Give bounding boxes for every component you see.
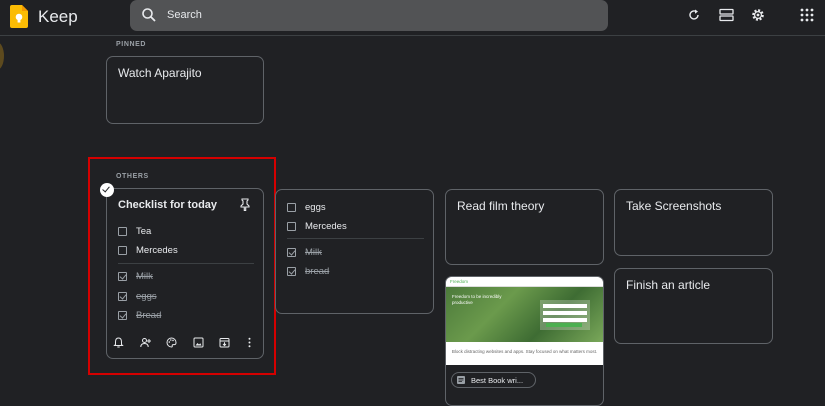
note-read-film-theory[interactable]: Read film theory [445, 189, 604, 265]
settings-icon[interactable] [751, 8, 765, 22]
note-title: Finish an article [626, 278, 711, 292]
thumbnail-caption: Block distracting websites and apps. Sta… [451, 349, 598, 354]
note-finish-an-article[interactable]: Finish an article [614, 268, 773, 344]
apps-grid-icon[interactable] [800, 8, 814, 22]
sidebar-edge [0, 42, 4, 70]
divider [287, 238, 424, 239]
checklist-item-checked[interactable]: bread [287, 264, 329, 278]
checklist-item[interactable]: Mercedes [287, 219, 347, 233]
note-checklist[interactable]: eggs Mercedes Milk bread [275, 189, 434, 314]
chip-label: Best Book wri... [471, 375, 524, 385]
document-icon [457, 376, 465, 384]
note-take-screenshots[interactable]: Take Screenshots [614, 189, 773, 256]
thumbnail-header: Freedom [446, 277, 603, 287]
note-title: Watch Aparajito [118, 66, 202, 80]
checkbox-checked[interactable] [287, 266, 296, 276]
note-title: Take Screenshots [626, 199, 722, 213]
note-title: Read film theory [457, 199, 545, 213]
refresh-icon[interactable] [687, 8, 701, 22]
link-thumbnail[interactable]: Freedom Freedom to be incredibly product… [446, 277, 603, 365]
checklist-item-checked[interactable]: Milk [287, 245, 322, 259]
note-watch-aparajito[interactable]: Watch Aparajito [106, 56, 264, 124]
selection-highlight [88, 157, 276, 375]
app-title[interactable]: Keep [38, 7, 78, 27]
keep-logo-icon[interactable] [10, 5, 28, 28]
pinned-label: PINNED [116, 41, 147, 48]
thumbnail-headline: Freedom to be incredibly productive [452, 294, 502, 305]
checkbox-checked[interactable] [287, 247, 296, 257]
checkbox[interactable] [287, 202, 296, 212]
select-check-icon[interactable] [100, 183, 114, 197]
thumbnail-button [546, 323, 582, 327]
search-icon[interactable] [141, 7, 157, 23]
search-input[interactable]: Search [167, 9, 202, 21]
link-chip[interactable]: Best Book wri... [451, 372, 536, 388]
top-bar: Keep Search [0, 0, 825, 36]
list-view-icon[interactable] [719, 8, 734, 22]
search-bar[interactable]: Search [130, 0, 608, 31]
checkbox[interactable] [287, 221, 296, 231]
checklist-item[interactable]: eggs [287, 200, 326, 214]
